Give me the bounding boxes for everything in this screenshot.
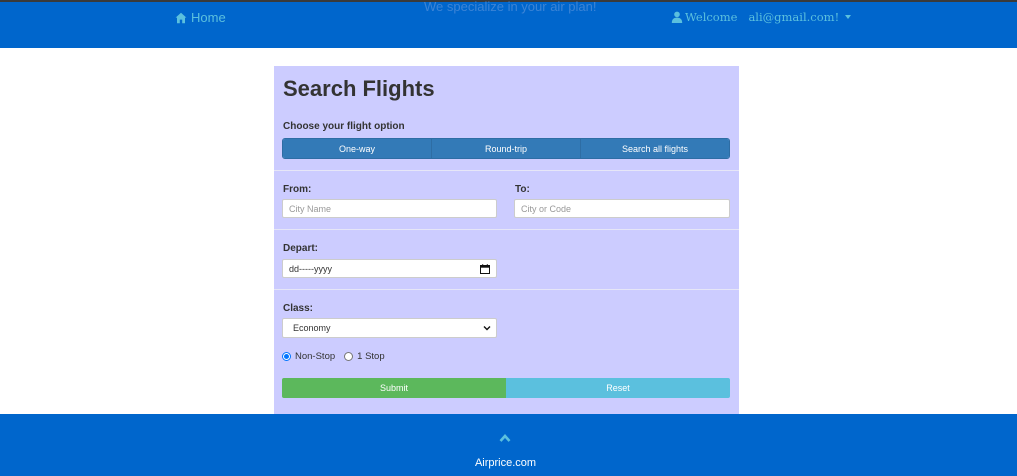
trip-type-button-group: One-way Round-trip Search all flights	[282, 138, 730, 159]
user-menu-dropdown[interactable]: Welcome ali@gmail.com!	[671, 10, 852, 24]
stops-radio-group: Non-Stop 1 Stop	[282, 351, 394, 362]
one-stop-label: 1 Stop	[357, 351, 385, 362]
class-select[interactable]: Economy	[282, 318, 497, 338]
welcome-label: Welcome	[685, 10, 738, 24]
page-title: Search Flights	[283, 76, 435, 101]
to-label: To:	[515, 184, 530, 195]
caret-down-icon	[845, 15, 852, 19]
chevron-up-icon[interactable]	[499, 433, 511, 443]
calendar-icon[interactable]	[480, 263, 490, 274]
search-flights-panel: Search Flights Choose your flight option…	[274, 66, 739, 414]
user-email: ali@gmail.com!	[748, 10, 840, 24]
from-label: From:	[283, 184, 312, 195]
one-stop-radio[interactable]	[344, 352, 354, 361]
home-icon	[175, 12, 187, 23]
site-footer: Airprice.com	[0, 414, 1017, 476]
class-selected-value: Economy	[293, 323, 331, 333]
home-link[interactable]: Home	[175, 10, 226, 25]
reset-button[interactable]: Reset	[506, 378, 730, 398]
site-header: We specialize in your air plan! Home Wel…	[0, 0, 1017, 48]
home-link-label: Home	[191, 10, 226, 25]
submit-button[interactable]: Submit	[282, 378, 506, 398]
chevron-down-icon	[483, 326, 491, 331]
class-label: Class:	[283, 303, 314, 314]
flight-option-label: Choose your flight option	[283, 121, 405, 132]
non-stop-radio[interactable]	[282, 352, 291, 361]
depart-label: Depart:	[283, 243, 319, 254]
round-trip-button[interactable]: Round-trip	[432, 139, 581, 158]
non-stop-label: Non-Stop	[295, 351, 336, 362]
footer-brand: Airprice.com	[474, 457, 537, 469]
to-input[interactable]	[514, 199, 730, 218]
divider	[274, 170, 739, 171]
divider	[274, 229, 739, 230]
search-all-flights-button[interactable]: Search all flights	[581, 139, 729, 158]
divider	[274, 289, 739, 290]
depart-date-input[interactable]: dd-----yyyy	[282, 259, 497, 278]
from-input[interactable]	[282, 199, 497, 218]
depart-date-value: dd-----yyyy	[289, 263, 332, 274]
form-actions: Submit Reset	[282, 378, 730, 398]
one-way-button[interactable]: One-way	[283, 139, 432, 158]
user-icon	[671, 11, 683, 23]
header-tagline: We specialize in your air plan!	[424, 0, 597, 14]
